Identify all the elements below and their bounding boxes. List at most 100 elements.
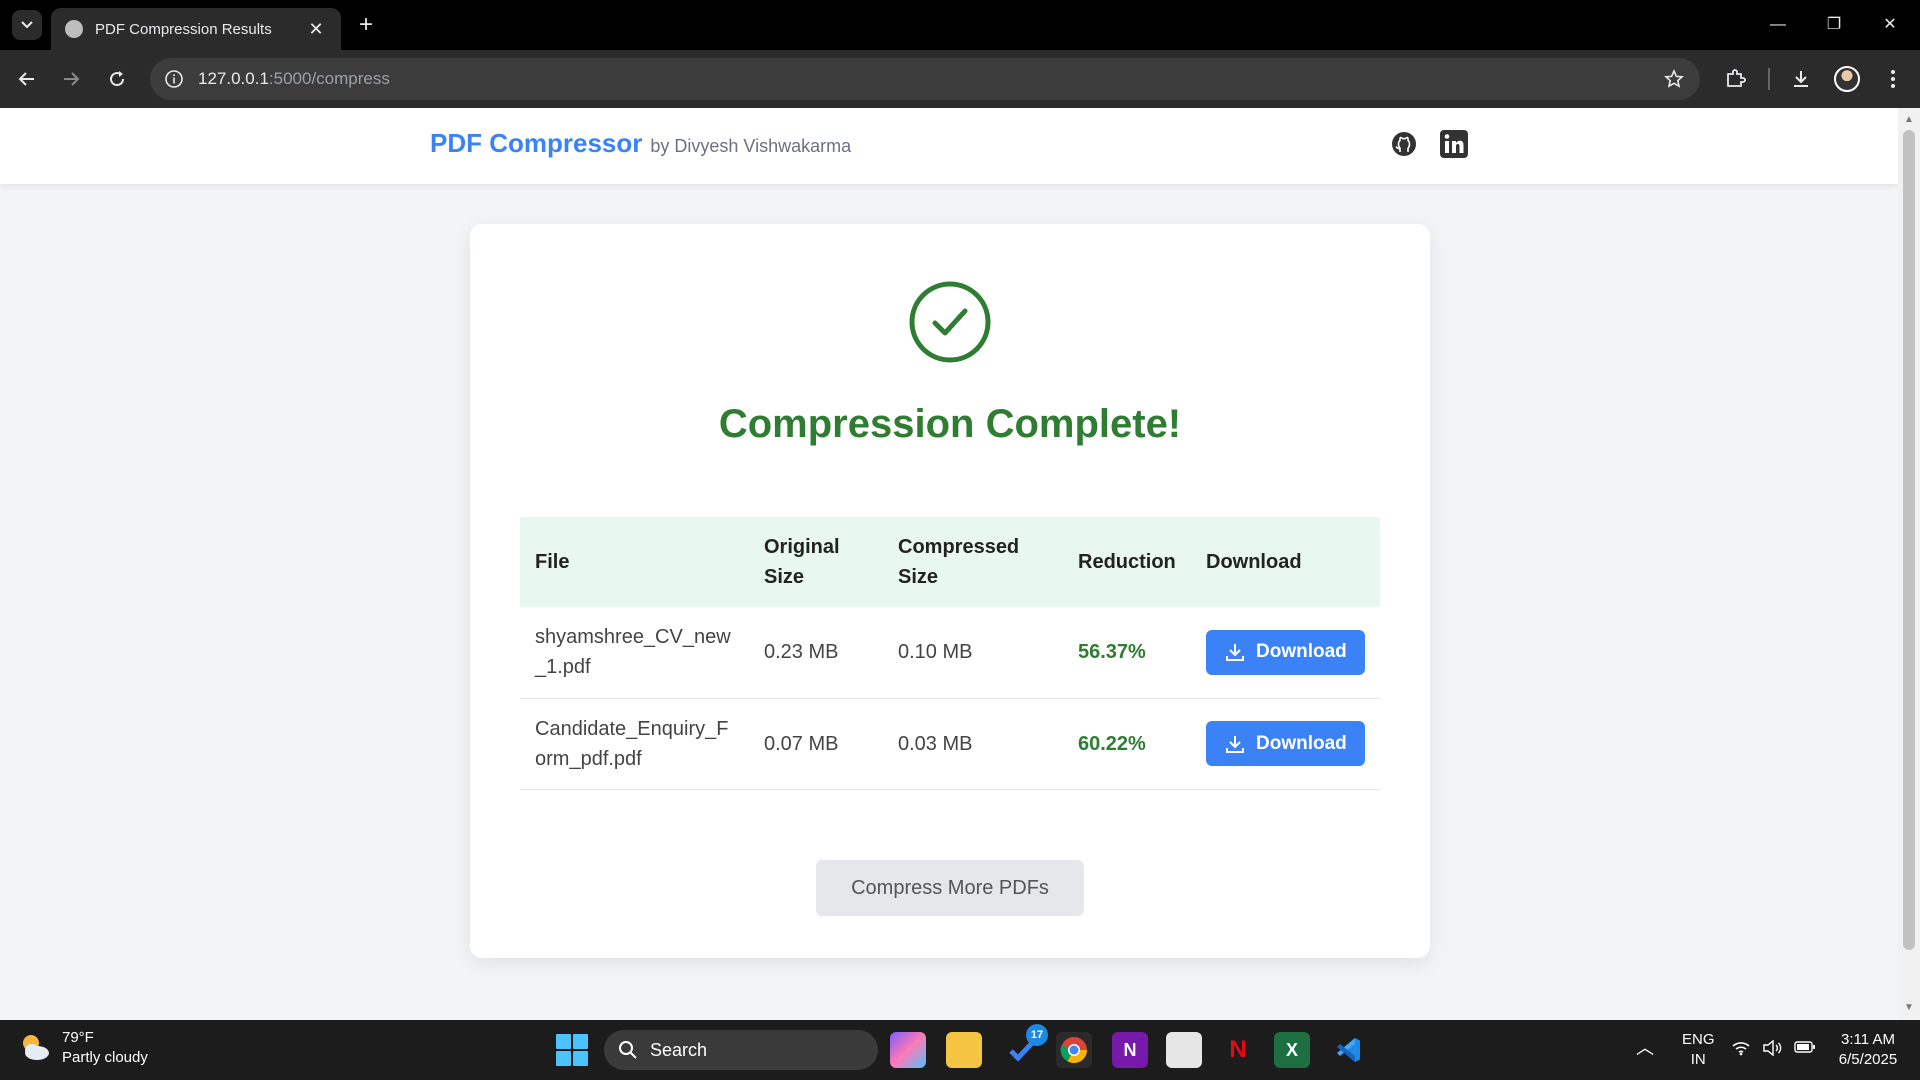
- linkedin-link[interactable]: [1438, 128, 1470, 160]
- netflix-icon[interactable]: N: [1220, 1032, 1256, 1068]
- brand-byline: by Divyesh Vishwakarma: [650, 136, 852, 156]
- search-label: Search: [650, 1039, 708, 1060]
- chrome-icon[interactable]: [1056, 1032, 1092, 1068]
- results-card: Compression Complete! File Original Size…: [470, 224, 1430, 958]
- file-name: Candidate_Enquiry_Form_pdf.pdf: [520, 698, 749, 790]
- profile-button[interactable]: [1832, 64, 1862, 94]
- weather-widget[interactable]: 79°F Partly cloudy: [18, 1028, 148, 1068]
- vscode-icon[interactable]: [1330, 1032, 1366, 1068]
- menu-button[interactable]: [1878, 64, 1908, 94]
- table-row: Candidate_Enquiry_Form_pdf.pdf 0.07 MB 0…: [520, 698, 1380, 790]
- download-icon: [1226, 735, 1244, 753]
- linkedin-icon: [1440, 130, 1468, 158]
- arrow-right-icon: [64, 72, 80, 86]
- restore-button[interactable]: ❐: [1814, 10, 1854, 40]
- windows-taskbar: 79°F Partly cloudy Search 17 N N X ︿ ENG…: [0, 1020, 1920, 1080]
- partly-cloudy-icon: [18, 1031, 52, 1065]
- snipping-tool-icon[interactable]: [1166, 1032, 1202, 1068]
- battery-icon[interactable]: [1794, 1040, 1816, 1060]
- wifi-icon[interactable]: [1732, 1040, 1750, 1062]
- extensions-button[interactable]: [1720, 64, 1750, 94]
- onenote-icon[interactable]: N: [1112, 1032, 1148, 1068]
- url-path: :5000/compress: [268, 69, 390, 88]
- brand-name[interactable]: PDF Compressor: [430, 128, 642, 159]
- scroll-up-icon[interactable]: ▲: [1903, 114, 1915, 126]
- download-label: Download: [1256, 641, 1347, 663]
- clock-time: 3:11 AM: [1841, 1031, 1895, 1048]
- download-icon: [1226, 644, 1244, 662]
- column-header-download: Download: [1206, 551, 1302, 573]
- back-button[interactable]: [12, 64, 42, 94]
- new-tab-button[interactable]: +: [352, 12, 380, 40]
- reload-icon: [110, 71, 125, 87]
- chevron-down-icon: [21, 21, 33, 29]
- column-header-original-size: Original Size: [764, 536, 840, 588]
- download-icon: [1794, 71, 1808, 87]
- original-size: 0.23 MB: [749, 607, 883, 699]
- column-header-file: File: [535, 551, 570, 573]
- reload-button[interactable]: [102, 64, 132, 94]
- file-name: shyamshree_CV_new_1.pdf: [520, 607, 749, 699]
- download-cell: Download: [1191, 607, 1380, 699]
- kebab-menu-icon: [1891, 70, 1895, 88]
- compressed-size: 0.03 MB: [883, 698, 1063, 790]
- download-cell: Download: [1191, 698, 1380, 790]
- original-size: 0.07 MB: [749, 698, 883, 790]
- chevron-up-icon[interactable]: ︿: [1636, 1038, 1654, 1058]
- downloads-button[interactable]: [1786, 64, 1816, 94]
- reduction-value: 60.22%: [1063, 698, 1191, 790]
- forward-button[interactable]: [56, 64, 86, 94]
- temperature: 79°F: [62, 1029, 94, 1046]
- download-button[interactable]: Download: [1206, 629, 1365, 675]
- results-table: File Original Size Compressed Size Reduc…: [520, 517, 1380, 790]
- volume-icon[interactable]: [1762, 1039, 1782, 1062]
- close-window-button[interactable]: ✕: [1870, 10, 1910, 40]
- address-bar[interactable]: 127.0.0.1:5000/compress: [150, 58, 1700, 100]
- avatar: [1834, 66, 1860, 92]
- table-header-row: File Original Size Compressed Size Reduc…: [520, 517, 1380, 607]
- file-explorer-icon[interactable]: [946, 1032, 982, 1068]
- browser-tabstrip: PDF Compression Results ✕ + — ❐ ✕: [0, 0, 1920, 50]
- taskbar-search[interactable]: Search: [604, 1030, 878, 1070]
- compress-more-button[interactable]: Compress More PDFs: [816, 860, 1084, 916]
- page-viewport: PDF Compressor by Divyesh Vishwakarma Co…: [0, 108, 1898, 1020]
- language-code: ENG: [1682, 1031, 1715, 1048]
- scroll-down-icon[interactable]: ▼: [1903, 1002, 1915, 1014]
- table-row: shyamshree_CV_new_1.pdf 0.23 MB 0.10 MB …: [520, 607, 1380, 699]
- language-indicator[interactable]: ENG IN: [1682, 1030, 1715, 1070]
- compressed-size: 0.10 MB: [883, 607, 1063, 699]
- url-host: 127.0.0.1: [198, 69, 269, 88]
- github-link[interactable]: [1388, 128, 1420, 160]
- clock-date: 6/5/2025: [1838, 1051, 1898, 1068]
- copilot-icon[interactable]: [890, 1032, 926, 1068]
- page-title: Compression Complete!: [718, 402, 1182, 446]
- excel-icon[interactable]: X: [1274, 1032, 1310, 1068]
- download-button[interactable]: Download: [1206, 721, 1365, 766]
- weather-condition: Partly cloudy: [62, 1049, 148, 1066]
- star-icon[interactable]: [1664, 69, 1684, 89]
- site-header: PDF Compressor by Divyesh Vishwakarma: [0, 108, 1898, 184]
- clock[interactable]: 3:11 AM 6/5/2025: [1828, 1030, 1908, 1070]
- tab-search-button[interactable]: [12, 10, 42, 40]
- scroll-thumb[interactable]: [1903, 130, 1915, 950]
- url-text: 127.0.0.1:5000/compress: [198, 69, 390, 89]
- column-header-compressed-size: Compressed Size: [898, 536, 1020, 588]
- start-button[interactable]: [556, 1034, 588, 1066]
- todo-icon[interactable]: 17: [1004, 1024, 1048, 1068]
- globe-icon: [65, 20, 83, 38]
- arrow-left-icon: [18, 72, 34, 86]
- check-circle-icon: [909, 281, 991, 363]
- github-icon: [1392, 132, 1416, 156]
- minimize-button[interactable]: —: [1758, 10, 1798, 40]
- region-code: IN: [1690, 1051, 1706, 1068]
- page-scrollbar[interactable]: ▲ ▼: [1898, 108, 1920, 1020]
- tab-title: PDF Compression Results: [95, 20, 272, 38]
- info-icon[interactable]: [164, 69, 184, 89]
- toolbar-divider: [1768, 68, 1770, 90]
- brand: PDF Compressor by Divyesh Vishwakarma: [430, 128, 851, 159]
- close-tab-icon[interactable]: ✕: [305, 19, 327, 40]
- puzzle-icon: [1727, 69, 1746, 87]
- notification-badge: 17: [1026, 1024, 1048, 1046]
- download-label: Download: [1256, 732, 1347, 754]
- browser-tab[interactable]: PDF Compression Results ✕: [51, 8, 341, 50]
